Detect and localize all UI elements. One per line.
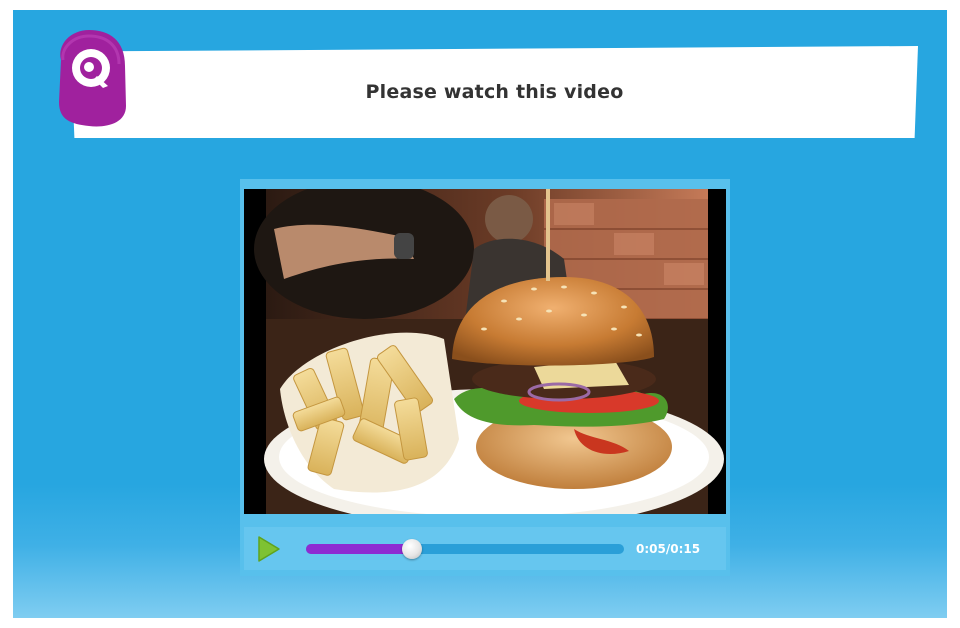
progress-fill bbox=[306, 543, 412, 554]
play-button[interactable] bbox=[254, 534, 284, 564]
page-title: Please watch this video bbox=[365, 81, 624, 103]
progress-slider-knob[interactable] bbox=[401, 538, 422, 559]
video-controls: 0:05/0:15 bbox=[244, 527, 726, 570]
progress-bar[interactable] bbox=[306, 538, 624, 559]
video-player: 0:05/0:15 bbox=[240, 179, 730, 576]
q-logo-icon bbox=[53, 26, 129, 130]
header-banner: Please watch this video bbox=[71, 46, 918, 138]
time-display: 0:05/0:15 bbox=[636, 541, 701, 556]
page-background: Please watch this video 0:05/0:15 bbox=[13, 10, 947, 618]
play-icon bbox=[258, 535, 280, 562]
video-frame[interactable] bbox=[244, 189, 726, 514]
